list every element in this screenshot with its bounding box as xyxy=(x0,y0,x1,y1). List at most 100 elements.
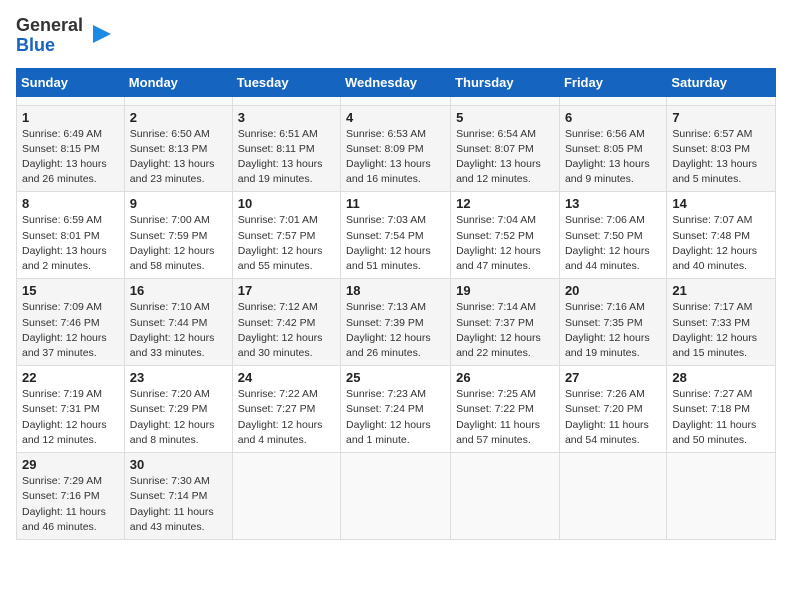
day-info: Sunrise: 7:13 AM Sunset: 7:39 PM Dayligh… xyxy=(346,300,445,361)
day-cell: 10Sunrise: 7:01 AM Sunset: 7:57 PM Dayli… xyxy=(232,192,340,279)
day-cell: 25 Sunrise: 7:23 AM Sunset: 7:24 PM Dayli… xyxy=(341,366,451,453)
day-number: 20 xyxy=(565,283,661,298)
day-cell xyxy=(667,96,776,105)
day-info: Sunrise: 6:51 AM Sunset: 8:11 PM Dayligh… xyxy=(238,127,335,188)
week-row-3: 15Sunrise: 7:09 AM Sunset: 7:46 PM Dayli… xyxy=(17,279,776,366)
day-cell xyxy=(559,453,666,540)
week-row-5: 29 Sunrise: 7:29 AM Sunset: 7:16 PM Dayli… xyxy=(17,453,776,540)
day-number: 28 xyxy=(672,370,770,385)
day-cell: 18Sunrise: 7:13 AM Sunset: 7:39 PM Dayli… xyxy=(341,279,451,366)
day-info: Sunrise: 7:17 AM Sunset: 7:33 PM Dayligh… xyxy=(672,300,770,361)
day-info: Sunrise: 7:22 AM Sunset: 7:27 PM Dayligh… xyxy=(238,387,335,448)
day-cell: 14 Sunrise: 7:07 AM Sunset: 7:48 PM Dayli… xyxy=(667,192,776,279)
col-header-tuesday: Tuesday xyxy=(232,68,340,96)
day-number: 12 xyxy=(456,196,554,211)
day-cell xyxy=(451,96,560,105)
day-info: Sunrise: 7:25 AM Sunset: 7:22 PM Dayligh… xyxy=(456,387,554,448)
day-info: Sunrise: 7:06 AM Sunset: 7:50 PM Dayligh… xyxy=(565,213,661,274)
day-cell: 12Sunrise: 7:04 AM Sunset: 7:52 PM Dayli… xyxy=(451,192,560,279)
day-cell xyxy=(232,453,340,540)
day-info: Sunrise: 7:20 AM Sunset: 7:29 PM Dayligh… xyxy=(130,387,227,448)
day-cell xyxy=(232,96,340,105)
day-cell: 9Sunrise: 7:00 AM Sunset: 7:59 PM Daylig… xyxy=(124,192,232,279)
day-number: 11 xyxy=(346,196,445,211)
col-header-saturday: Saturday xyxy=(667,68,776,96)
day-cell: 21 Sunrise: 7:17 AM Sunset: 7:33 PM Dayli… xyxy=(667,279,776,366)
day-info: Sunrise: 6:59 AM Sunset: 8:01 PM Dayligh… xyxy=(22,213,119,274)
day-cell: 27Sunrise: 7:26 AM Sunset: 7:20 PM Dayli… xyxy=(559,366,666,453)
day-number: 23 xyxy=(130,370,227,385)
day-number: 17 xyxy=(238,283,335,298)
day-number: 30 xyxy=(130,457,227,472)
day-info: Sunrise: 7:07 AM Sunset: 7:48 PM Dayligh… xyxy=(672,213,770,274)
day-number: 26 xyxy=(456,370,554,385)
day-cell: 11 Sunrise: 7:03 AM Sunset: 7:54 PM Dayli… xyxy=(341,192,451,279)
day-cell: 29 Sunrise: 7:29 AM Sunset: 7:16 PM Dayli… xyxy=(17,453,125,540)
day-info: Sunrise: 7:10 AM Sunset: 7:44 PM Dayligh… xyxy=(130,300,227,361)
day-cell: 13 Sunrise: 7:06 AM Sunset: 7:50 PM Dayli… xyxy=(559,192,666,279)
day-cell: 6 Sunrise: 6:56 AM Sunset: 8:05 PM Daylig… xyxy=(559,105,666,192)
day-info: Sunrise: 7:03 AM Sunset: 7:54 PM Dayligh… xyxy=(346,213,445,274)
day-cell: 15Sunrise: 7:09 AM Sunset: 7:46 PM Dayli… xyxy=(17,279,125,366)
day-number: 15 xyxy=(22,283,119,298)
day-info: Sunrise: 6:49 AM Sunset: 8:15 PM Dayligh… xyxy=(22,127,119,188)
day-cell: 26 Sunrise: 7:25 AM Sunset: 7:22 PM Dayli… xyxy=(451,366,560,453)
week-row-4: 22 Sunrise: 7:19 AM Sunset: 7:31 PM Dayli… xyxy=(17,366,776,453)
day-cell xyxy=(451,453,560,540)
col-header-thursday: Thursday xyxy=(451,68,560,96)
day-info: Sunrise: 7:29 AM Sunset: 7:16 PM Dayligh… xyxy=(22,474,119,535)
day-cell xyxy=(17,96,125,105)
day-number: 13 xyxy=(565,196,661,211)
day-cell: 30Sunrise: 7:30 AM Sunset: 7:14 PM Dayli… xyxy=(124,453,232,540)
week-row-2: 8 Sunrise: 6:59 AM Sunset: 8:01 PM Daylig… xyxy=(17,192,776,279)
day-number: 8 xyxy=(22,196,119,211)
day-info: Sunrise: 7:27 AM Sunset: 7:18 PM Dayligh… xyxy=(672,387,770,448)
day-info: Sunrise: 6:56 AM Sunset: 8:05 PM Dayligh… xyxy=(565,127,661,188)
day-info: Sunrise: 7:01 AM Sunset: 7:57 PM Dayligh… xyxy=(238,213,335,274)
day-number: 16 xyxy=(130,283,227,298)
day-number: 24 xyxy=(238,370,335,385)
day-cell: 1Sunrise: 6:49 AM Sunset: 8:15 PM Daylig… xyxy=(17,105,125,192)
col-header-sunday: Sunday xyxy=(17,68,125,96)
day-number: 22 xyxy=(22,370,119,385)
logo-blue: Blue xyxy=(16,35,55,55)
day-info: Sunrise: 7:12 AM Sunset: 7:42 PM Dayligh… xyxy=(238,300,335,361)
day-cell: 5 Sunrise: 6:54 AM Sunset: 8:07 PM Daylig… xyxy=(451,105,560,192)
col-header-friday: Friday xyxy=(559,68,666,96)
day-info: Sunrise: 7:14 AM Sunset: 7:37 PM Dayligh… xyxy=(456,300,554,361)
day-number: 6 xyxy=(565,110,661,125)
day-number: 29 xyxy=(22,457,119,472)
day-info: Sunrise: 7:23 AM Sunset: 7:24 PM Dayligh… xyxy=(346,387,445,448)
day-number: 25 xyxy=(346,370,445,385)
page-header: General Blue xyxy=(16,16,776,56)
day-cell xyxy=(124,96,232,105)
day-number: 3 xyxy=(238,110,335,125)
calendar-body: 1Sunrise: 6:49 AM Sunset: 8:15 PM Daylig… xyxy=(17,96,776,539)
logo-arrow-icon xyxy=(91,23,113,45)
day-info: Sunrise: 6:50 AM Sunset: 8:13 PM Dayligh… xyxy=(130,127,227,188)
day-number: 14 xyxy=(672,196,770,211)
logo: General Blue xyxy=(16,16,113,56)
day-cell: 17 Sunrise: 7:12 AM Sunset: 7:42 PM Dayli… xyxy=(232,279,340,366)
logo-general: General xyxy=(16,15,83,35)
day-number: 5 xyxy=(456,110,554,125)
day-info: Sunrise: 7:16 AM Sunset: 7:35 PM Dayligh… xyxy=(565,300,661,361)
day-info: Sunrise: 6:53 AM Sunset: 8:09 PM Dayligh… xyxy=(346,127,445,188)
day-cell: 16 Sunrise: 7:10 AM Sunset: 7:44 PM Dayli… xyxy=(124,279,232,366)
col-header-monday: Monday xyxy=(124,68,232,96)
day-cell: 28 Sunrise: 7:27 AM Sunset: 7:18 PM Dayli… xyxy=(667,366,776,453)
column-headers: SundayMondayTuesdayWednesdayThursdayFrid… xyxy=(17,68,776,96)
day-cell: 3 Sunrise: 6:51 AM Sunset: 8:11 PM Daylig… xyxy=(232,105,340,192)
col-header-wednesday: Wednesday xyxy=(341,68,451,96)
week-row-1: 1Sunrise: 6:49 AM Sunset: 8:15 PM Daylig… xyxy=(17,105,776,192)
day-number: 21 xyxy=(672,283,770,298)
day-cell: 7Sunrise: 6:57 AM Sunset: 8:03 PM Daylig… xyxy=(667,105,776,192)
day-number: 19 xyxy=(456,283,554,298)
day-cell: 23 Sunrise: 7:20 AM Sunset: 7:29 PM Dayli… xyxy=(124,366,232,453)
day-info: Sunrise: 7:26 AM Sunset: 7:20 PM Dayligh… xyxy=(565,387,661,448)
day-info: Sunrise: 7:19 AM Sunset: 7:31 PM Dayligh… xyxy=(22,387,119,448)
day-number: 7 xyxy=(672,110,770,125)
calendar-table: SundayMondayTuesdayWednesdayThursdayFrid… xyxy=(16,68,776,540)
day-info: Sunrise: 6:54 AM Sunset: 8:07 PM Dayligh… xyxy=(456,127,554,188)
day-cell: 2Sunrise: 6:50 AM Sunset: 8:13 PM Daylig… xyxy=(124,105,232,192)
